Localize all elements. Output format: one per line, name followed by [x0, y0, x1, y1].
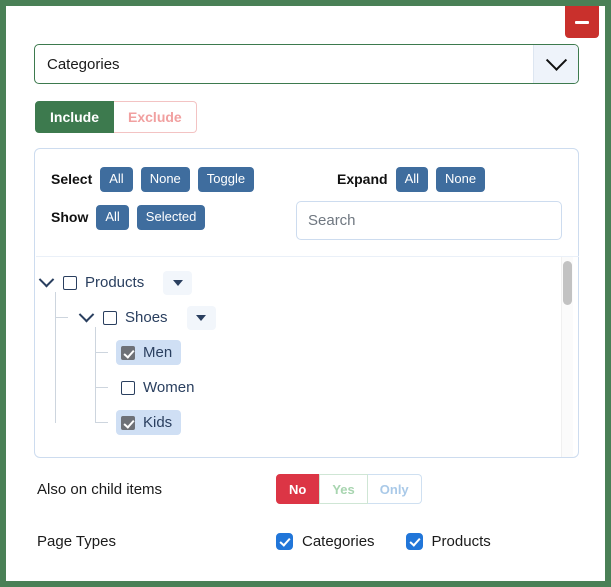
search-input[interactable]	[296, 201, 562, 240]
field-select-value: Categories	[47, 55, 120, 73]
page-types-row: Page Types Categories Products	[37, 526, 582, 556]
page-type-categories-checkbox[interactable]	[276, 532, 293, 550]
chevron-down-icon[interactable]	[76, 306, 96, 328]
tree-node: Kids	[95, 405, 566, 440]
tree-node-item[interactable]: Women	[116, 375, 203, 400]
caret-down-glyph	[172, 279, 183, 286]
also-on-child-items-label: Also on child items	[37, 480, 163, 498]
page-type-categories[interactable]: Categories	[276, 532, 375, 550]
tree-node-checkbox[interactable]	[121, 380, 135, 395]
chevron-down-glyph	[78, 306, 94, 323]
chevron-down-icon[interactable]	[36, 271, 56, 293]
caret-down-icon[interactable]	[163, 270, 193, 295]
tree-node: Shoes Men Women Kids	[55, 300, 566, 440]
page-types-label: Page Types	[37, 532, 116, 550]
tree-node-item[interactable]: Men	[116, 340, 182, 365]
expand-actions-group: Expand All None	[337, 167, 493, 192]
also-on-child-items-row: Also on child items No Yes Only	[37, 474, 582, 504]
tree-node-row: Men	[95, 335, 566, 370]
child-items-yes-button[interactable]: Yes	[319, 474, 368, 504]
tree-node-label: Kids	[143, 414, 173, 431]
caret-down-icon[interactable]	[186, 305, 216, 330]
tree-node-label: Shoes	[125, 309, 168, 326]
tree-node-item[interactable]: Kids	[116, 410, 182, 435]
chevron-down-glyph	[38, 271, 54, 288]
show-selected-button[interactable]: Selected	[136, 205, 206, 230]
tree-node-row: Products	[36, 265, 566, 300]
show-all-button[interactable]: All	[96, 205, 129, 230]
exclude-button[interactable]: Exclude	[114, 101, 197, 133]
select-toggle-button[interactable]: Toggle	[197, 167, 255, 192]
tree-node: Products Shoes Men Women Kids	[36, 265, 566, 440]
tree-node-children: Men Women Kids	[95, 327, 566, 440]
tree-node-row: Shoes	[55, 300, 566, 335]
tree-body: Products Shoes Men Women Kids	[36, 256, 579, 457]
tree-node-row: Women	[95, 370, 566, 405]
minus-icon	[575, 20, 589, 24]
tree-node-checkbox[interactable]	[103, 310, 117, 325]
tree-scrollbar-thumb[interactable]	[563, 261, 572, 305]
expand-none-button[interactable]: None	[436, 167, 486, 192]
tree-node-label: Men	[143, 344, 173, 361]
filter-panel: Categories Include Exclude Select All No…	[0, 0, 611, 587]
page-type-products-label: Products	[431, 532, 491, 550]
tree-node: Men	[95, 335, 566, 370]
tree-scrollbar[interactable]	[561, 257, 573, 457]
field-select-caret[interactable]	[533, 45, 578, 83]
tree-node-item[interactable]: Shoes	[98, 305, 177, 330]
page-type-products-checkbox[interactable]	[405, 532, 423, 550]
page-type-categories-label: Categories	[302, 532, 375, 550]
tree-node-checkbox[interactable]	[121, 345, 135, 360]
child-items-no-button[interactable]: No	[276, 474, 320, 504]
tree-node-row: Kids	[95, 405, 566, 440]
select-none-button[interactable]: None	[140, 167, 190, 192]
tree-node-checkbox[interactable]	[121, 415, 135, 430]
child-items-only-button[interactable]: Only	[367, 474, 422, 504]
chevron-down-icon	[545, 49, 567, 71]
tree-node-label: Products	[85, 274, 145, 291]
tree-node-checkbox[interactable]	[63, 275, 77, 290]
page-type-products[interactable]: Products	[405, 532, 491, 550]
select-all-button[interactable]: All	[100, 167, 133, 192]
show-actions-group: Show All Selected	[51, 205, 213, 230]
caret-down-glyph	[196, 314, 207, 321]
field-select[interactable]: Categories	[34, 44, 579, 84]
tree-node-item[interactable]: Products	[58, 270, 153, 295]
show-actions-label: Show	[51, 209, 89, 226]
tree-node: Women	[95, 370, 566, 405]
collapse-panel-button[interactable]	[565, 6, 599, 38]
also-on-child-items-toggle: No Yes Only	[276, 474, 422, 504]
tree-root: Products Shoes Men Women Kids	[36, 257, 566, 457]
include-button[interactable]: Include	[35, 101, 115, 133]
select-actions-group: Select All None Toggle	[51, 167, 262, 192]
expand-all-button[interactable]: All	[395, 167, 429, 192]
expand-actions-label: Expand	[337, 171, 388, 188]
tree-node-label: Women	[143, 379, 195, 396]
select-actions-label: Select	[51, 171, 93, 188]
tree-node-children: Shoes Men Women Kids	[55, 292, 566, 440]
tree-selector-card: Select All None Toggle Expand All None S…	[34, 148, 579, 458]
include-exclude-toggle: Include Exclude	[35, 101, 197, 133]
